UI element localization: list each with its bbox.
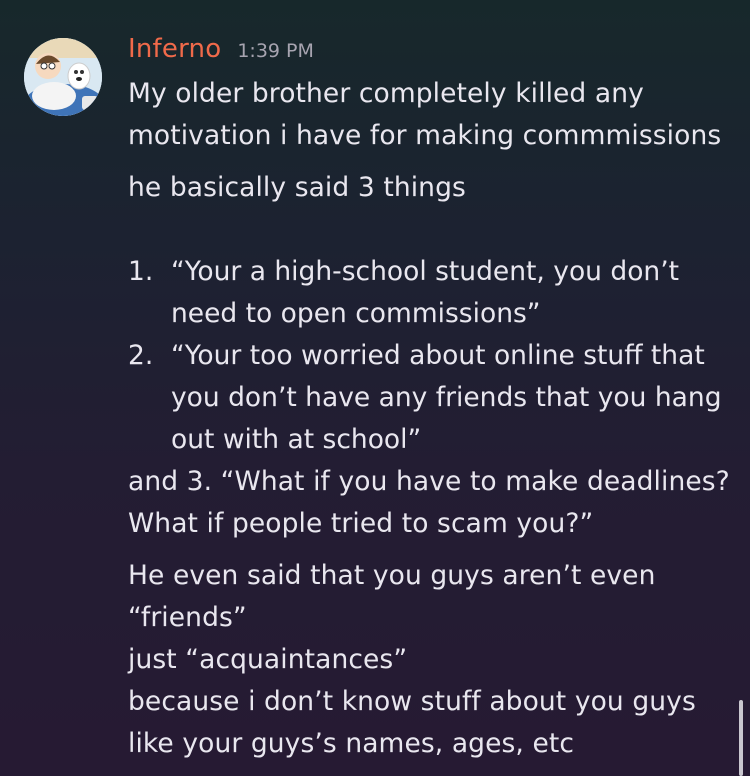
list-item-text: need to open commissions” — [171, 298, 541, 329]
message-text-line: What if people tried to scam you?” — [128, 508, 594, 539]
list-number: 2. — [128, 340, 154, 371]
message-text-line: he basically said 3 things — [128, 172, 466, 203]
user-avatar[interactable] — [24, 38, 102, 116]
list-number: 1. — [128, 256, 154, 287]
message-text-line: and 3. “What if you have to make deadlin… — [128, 466, 730, 497]
message-timestamp: 1:39 PM — [237, 40, 314, 62]
message-text-line: because i don’t know stuff about you guy… — [128, 686, 696, 717]
message-text-line: like your guys’s names, ages, etc — [128, 728, 575, 759]
list-item-text: you don’t have any friends that you hang — [171, 382, 722, 413]
message-text-line: “friends” — [128, 602, 247, 633]
message-text-line: motivation i have for making commmission… — [128, 120, 722, 151]
message-text-line: My older brother completely killed any — [128, 78, 644, 109]
list-item-text: “Your a high-school student, you don’t — [171, 256, 680, 287]
message-header: Inferno 1:39 PM — [128, 34, 314, 68]
list-item-text: out with at school” — [171, 424, 422, 455]
list-item-text: “Your too worried about online stuff tha… — [171, 340, 705, 371]
scrollbar-thumb[interactable] — [739, 700, 743, 776]
cartoon-avatar-icon — [24, 38, 102, 116]
chat-message: Inferno 1:39 PM My older brother complet… — [0, 0, 750, 776]
message-text-line: just “acquaintances” — [128, 644, 408, 675]
username[interactable]: Inferno — [128, 34, 221, 64]
message-text-line: He even said that you guys aren’t even — [128, 560, 656, 591]
